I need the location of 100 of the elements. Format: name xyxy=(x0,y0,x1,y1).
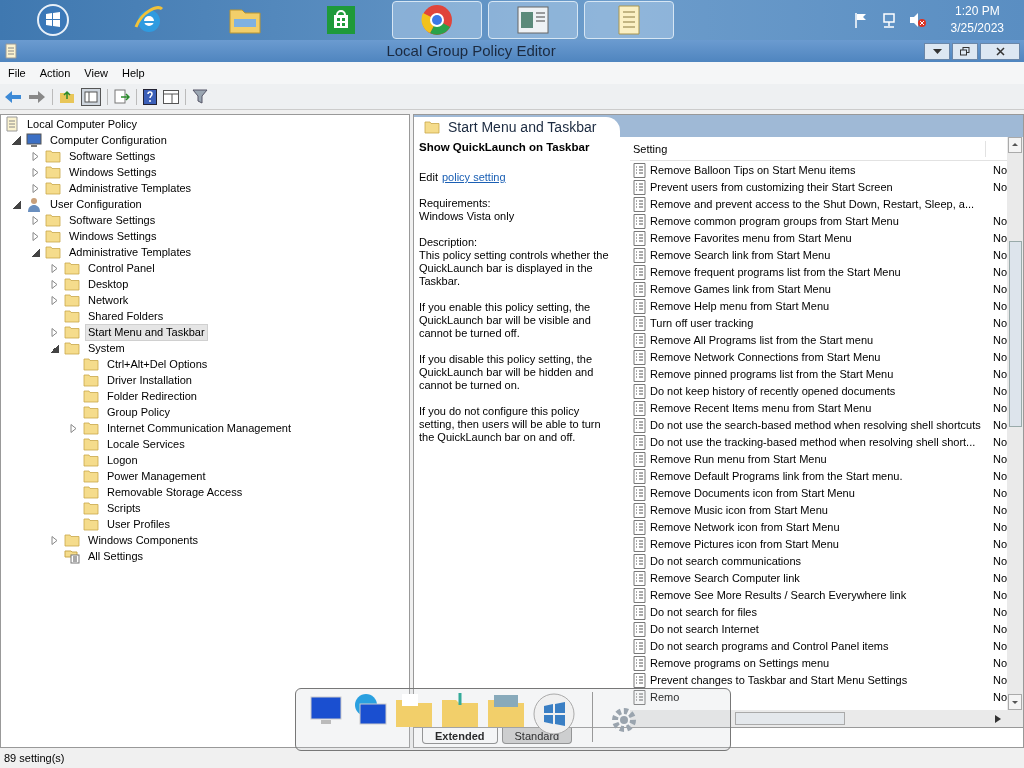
menu-item[interactable]: Help xyxy=(121,64,145,82)
tree-item[interactable]: Scripts xyxy=(104,499,144,517)
setting-name[interactable]: Turn off user tracking xyxy=(650,315,754,332)
setting-name[interactable]: Remove Favorites menu from Start Menu xyxy=(650,230,852,247)
menu-item[interactable]: Action xyxy=(39,64,71,82)
forward-arrow-icon[interactable] xyxy=(28,89,46,104)
setting-name[interactable]: Do not search for files xyxy=(650,604,757,621)
panel-toggle-icon[interactable] xyxy=(81,87,101,106)
expand-arrow-icon[interactable] xyxy=(69,423,78,433)
setting-name[interactable]: Remove frequent programs list from the Start Menu xyxy=(650,264,901,281)
flag-icon[interactable] xyxy=(852,12,869,28)
restore-button[interactable] xyxy=(952,42,978,60)
tree-item[interactable]: Logon xyxy=(104,451,141,469)
expand-arrow-icon[interactable] xyxy=(50,535,59,545)
tree-item[interactable]: Administrative Templates xyxy=(66,243,195,261)
tree-item[interactable]: Power Management xyxy=(104,467,209,485)
setting-name[interactable]: Remove and prevent access to the Shut Down, Restart, Sleep, a... xyxy=(650,196,975,213)
expand-arrow-icon[interactable] xyxy=(31,151,40,161)
setting-name[interactable]: Remove Music icon from Start Menu xyxy=(650,502,828,519)
tree-item[interactable]: User Configuration xyxy=(47,195,145,213)
tree-item[interactable]: Control Panel xyxy=(85,259,158,277)
scroll-right-arrow-icon[interactable] xyxy=(995,714,1001,723)
expand-arrow-icon[interactable] xyxy=(31,167,40,177)
horizontal-scroll-thumb[interactable] xyxy=(735,712,845,725)
setting-name[interactable]: Do not search programs and Control Panel items xyxy=(650,638,889,655)
tree-item[interactable]: Administrative Templates xyxy=(66,179,195,197)
policy-setting-link[interactable]: policy setting xyxy=(441,171,506,184)
setting-name[interactable]: Prevent changes to Taskbar and Start Menu Settings xyxy=(650,672,908,689)
view-tab[interactable]: Extended xyxy=(422,728,498,744)
tree-item[interactable]: Windows Settings xyxy=(66,163,160,181)
setting-name[interactable]: Do not use the tracking-based method when resolving shell short... xyxy=(650,434,976,451)
setting-name[interactable]: Remove Balloon Tips on Start Menu items xyxy=(650,162,856,179)
close-button[interactable] xyxy=(980,42,1020,60)
setting-name[interactable]: Remove Default Programs link from the Start menu. xyxy=(650,468,903,485)
menu-item[interactable]: View xyxy=(84,64,108,82)
tree-item[interactable]: Shared Folders xyxy=(85,307,167,325)
folder-icon[interactable] xyxy=(440,692,480,728)
expand-arrow-icon[interactable] xyxy=(31,231,40,241)
tree-item[interactable]: Folder Redirection xyxy=(104,387,200,405)
expand-arrow-icon[interactable] xyxy=(50,327,59,337)
tree-item[interactable]: Removable Storage Access xyxy=(104,483,246,501)
tree-item[interactable]: Software Settings xyxy=(66,211,159,229)
window-icon[interactable] xyxy=(517,6,549,34)
setting-name[interactable]: Remove common program groups from Start Menu xyxy=(650,213,899,230)
column-header[interactable]: Setting xyxy=(630,140,986,157)
menu-item[interactable]: File xyxy=(8,64,26,82)
setting-name[interactable]: Remove Search link from Start Menu xyxy=(650,247,831,264)
expand-arrow-icon[interactable] xyxy=(50,295,59,305)
menu-button[interactable] xyxy=(924,42,950,60)
scroll-icon[interactable] xyxy=(615,4,643,36)
tree-item[interactable]: Software Settings xyxy=(66,147,159,165)
folder-icon[interactable] xyxy=(486,692,526,728)
network-icon[interactable] xyxy=(880,12,897,28)
tree-item[interactable]: Desktop xyxy=(85,275,132,293)
expand-arrow-icon[interactable] xyxy=(31,183,40,193)
tree-item[interactable]: System xyxy=(85,339,128,357)
vertical-scrollbar[interactable] xyxy=(1007,137,1023,710)
tree-item[interactable]: All Settings xyxy=(85,547,147,565)
properties-panel-icon[interactable] xyxy=(163,89,179,104)
setting-name[interactable]: Do not use the search-based method when resolving shell shortcuts xyxy=(650,417,981,434)
tree-item[interactable]: Windows Components xyxy=(85,531,202,549)
setting-name[interactable]: Remove Recent Items menu from Start Menu xyxy=(650,400,872,417)
setting-name[interactable]: Remove Network Connections from Start Menu xyxy=(650,349,881,366)
expand-arrow-icon[interactable] xyxy=(50,279,59,289)
setting-name[interactable]: Remove See More Results / Search Everywhere link xyxy=(650,587,907,604)
tree-item[interactable]: Windows Settings xyxy=(66,227,160,245)
setting-name[interactable]: Remove Documents icon from Start Menu xyxy=(650,485,855,502)
help-icon[interactable] xyxy=(143,88,157,105)
setting-name[interactable]: Remove programs on Settings menu xyxy=(650,655,830,672)
setting-name[interactable]: Do not search Internet xyxy=(650,621,759,638)
horizontal-scrollbar[interactable] xyxy=(630,710,1023,727)
setting-name[interactable]: Remove All Programs list from the Start menu xyxy=(650,332,874,349)
back-arrow-icon[interactable] xyxy=(4,89,22,104)
tree-item[interactable]: Group Policy xyxy=(104,403,173,421)
tree-item[interactable]: Start Menu and Taskbar xyxy=(85,323,208,341)
expand-arrow-icon[interactable] xyxy=(50,263,59,273)
folder-up-icon[interactable] xyxy=(59,89,75,104)
setting-name[interactable]: Do not keep history of recently opened documents xyxy=(650,383,896,400)
tree-item[interactable]: Locale Services xyxy=(104,435,188,453)
setting-name[interactable]: Remove Run menu from Start Menu xyxy=(650,451,827,468)
setting-name[interactable]: Remove Games link from Start Menu xyxy=(650,281,831,298)
setting-name[interactable]: Remove Search Computer link xyxy=(650,570,800,587)
setting-name[interactable]: Prevent users from customizing their Start Screen xyxy=(650,179,893,196)
shopping-bag-icon[interactable] xyxy=(326,5,356,35)
tree-item[interactable]: Network xyxy=(85,291,132,309)
expand-arrow-icon[interactable] xyxy=(31,215,40,225)
setting-name[interactable]: Remove Pictures icon from Start Menu xyxy=(650,536,839,553)
setting-name[interactable]: Do not search communications xyxy=(650,553,801,570)
tree-item[interactable]: Internet Communication Management xyxy=(104,419,295,437)
tree-item[interactable]: Local Computer Policy xyxy=(24,115,141,133)
filter-icon[interactable] xyxy=(192,89,208,104)
tree-item[interactable]: Ctrl+Alt+Del Options xyxy=(104,355,211,373)
export-list-icon[interactable] xyxy=(114,89,130,104)
speaker-muted-icon[interactable] xyxy=(908,12,927,28)
chrome-icon[interactable] xyxy=(420,3,454,37)
setting-name[interactable]: Remo xyxy=(650,689,680,706)
tree-item[interactable]: User Profiles xyxy=(104,515,173,533)
tree-item[interactable]: Computer Configuration xyxy=(47,131,170,149)
tree-item[interactable]: Driver Installation xyxy=(104,371,195,389)
setting-name[interactable]: Remove Help menu from Start Menu xyxy=(650,298,830,315)
